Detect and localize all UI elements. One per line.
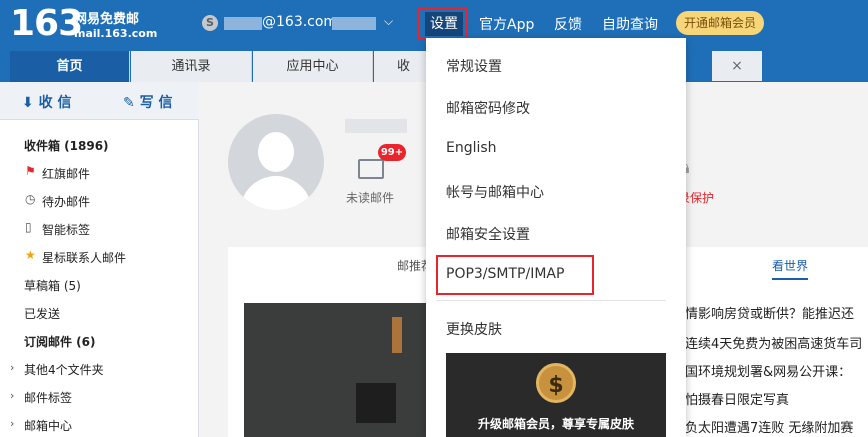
avatar-head <box>258 132 294 172</box>
headline[interactable]: 国环境规划署&网易公开课： <box>685 361 851 380</box>
logo-number[interactable]: 163 <box>10 4 83 44</box>
account-blur <box>224 17 262 30</box>
tab-world[interactable]: 看世界 <box>772 257 809 280</box>
bookmark-icon: ▯ <box>25 220 32 234</box>
chevron-right-icon[interactable]: › <box>10 389 14 402</box>
sidebar-item-other-folders[interactable]: 其他4个文件夹 <box>24 361 104 378</box>
compose-bar: ⬇ 收 信 ✎ 写 信 <box>0 82 199 120</box>
headline[interactable]: 负太阳遭遇7连败 无缘附加赛 <box>685 417 853 436</box>
sidebar-item-star-contacts[interactable]: 星标联系人邮件 <box>42 249 126 266</box>
menu-security-settings[interactable]: 邮箱安全设置 <box>446 224 530 244</box>
sidebar-item-mail-tags[interactable]: 邮件标签 <box>24 389 72 406</box>
sidebar-item-flagged[interactable]: 红旗邮件 <box>42 165 90 182</box>
nav-self-service[interactable]: 自助查询 <box>602 14 658 34</box>
username-blur <box>345 119 407 133</box>
sidebar-item-todo[interactable]: 待办邮件 <box>42 193 90 210</box>
logo-domain[interactable]: mail.163.com <box>74 27 157 40</box>
edit-icon: ✎ <box>123 95 140 111</box>
photo-shape <box>356 383 396 423</box>
chevron-right-icon[interactable]: › <box>10 417 14 430</box>
receive-label: 收 信 <box>38 95 72 111</box>
settings-highlight <box>418 7 467 40</box>
sidebar-item-mail-center[interactable]: 邮箱中心 <box>24 417 72 434</box>
star-icon: ★ <box>25 248 36 262</box>
menu-divider <box>436 300 666 301</box>
write-label: 写 信 <box>139 95 173 111</box>
chevron-right-icon[interactable]: › <box>10 361 14 374</box>
pop3-highlight <box>436 255 594 295</box>
write-button[interactable]: ✎ 写 信 <box>123 92 172 112</box>
unread-badge: 99+ <box>378 144 406 161</box>
mail-icon[interactable] <box>358 159 384 179</box>
sidebar-item-sent[interactable]: 已发送 <box>24 305 60 322</box>
account-blur-2 <box>332 17 376 30</box>
close-icon[interactable]: × <box>712 51 762 81</box>
clock-icon: ◷ <box>25 192 36 206</box>
menu-general-settings[interactable]: 常规设置 <box>446 56 502 76</box>
sidebar-item-subscriptions[interactable]: 订阅邮件 (6) <box>24 333 96 350</box>
avatar[interactable] <box>228 114 324 210</box>
headline[interactable]: 怕摄春日限定写真 <box>685 389 789 408</box>
tab-contacts[interactable]: 通讯录 <box>131 51 252 82</box>
flag-icon: ⚑ <box>25 164 36 178</box>
receive-button[interactable]: ⬇ 收 信 <box>22 92 71 112</box>
download-icon: ⬇ <box>22 95 39 111</box>
tab-home[interactable]: 首页 <box>10 51 130 82</box>
avatar-body <box>240 176 312 210</box>
menu-account-center[interactable]: 帐号与邮箱中心 <box>446 182 544 202</box>
coin-icon[interactable]: S <box>202 15 218 31</box>
menu-change-password[interactable]: 邮箱密码修改 <box>446 98 530 118</box>
vip-button[interactable]: 开通邮箱会员 <box>676 11 764 35</box>
chevron-down-icon[interactable]: ⌵ <box>384 14 393 29</box>
menu-english[interactable]: English <box>446 140 497 156</box>
photo-light <box>392 317 402 353</box>
tab-inbox[interactable]: 收 <box>374 51 434 82</box>
headline[interactable]: 连续4天免费为被困高速货车司 <box>685 333 862 352</box>
nav-feedback[interactable]: 反馈 <box>554 14 582 34</box>
nav-official-app[interactable]: 官方App <box>479 14 534 34</box>
news-photo[interactable] <box>244 303 436 437</box>
vip-coin-icon: $ <box>536 363 576 403</box>
sidebar-item-smart-tags[interactable]: 智能标签 <box>42 221 90 238</box>
account-email[interactable]: @163.com <box>262 14 337 30</box>
unread-label[interactable]: 未读邮件 <box>346 189 394 206</box>
logo-name[interactable]: 网易免费邮 <box>74 8 139 27</box>
sidebar-item-inbox[interactable]: 收件箱 (1896) <box>24 137 109 154</box>
headline[interactable]: 情影响房贷或断供？能推迟还 <box>685 303 854 322</box>
sidebar-item-drafts[interactable]: 草稿箱 (5) <box>24 277 81 294</box>
skin-caption: 升级邮箱会员，尊享专属皮肤 <box>477 417 634 431</box>
skin-promo-card[interactable]: $ 升级邮箱会员，尊享专属皮肤 <box>446 353 666 437</box>
menu-change-skin[interactable]: 更换皮肤 <box>446 319 502 339</box>
sidebar: ⬇ 收 信 ✎ 写 信 收件箱 (1896) ⚑ 红旗邮件 ◷ 待办邮件 ▯ 智… <box>0 82 199 437</box>
tab-app-center[interactable]: 应用中心 <box>253 51 373 82</box>
